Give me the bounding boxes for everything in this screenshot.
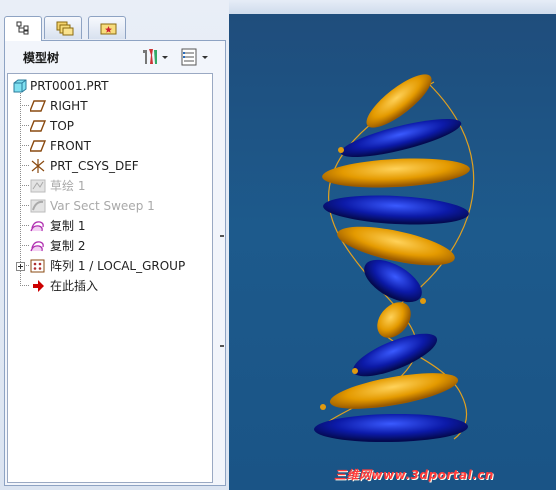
tree-item-label: 在此插入 (50, 279, 99, 293)
helix-node (338, 147, 344, 153)
tree-item-label: 草绘 1 (50, 179, 86, 193)
tree-connector (20, 185, 29, 186)
csys-icon (31, 159, 45, 173)
sketch-icon (30, 179, 46, 193)
helix-rung (323, 195, 469, 225)
star-folder-icon (100, 23, 117, 35)
tree-item-label: 阵列 1 / LOCAL_GROUP (50, 259, 186, 273)
insert-here-arrow-icon (33, 280, 44, 292)
datum-plane-icon (30, 120, 46, 132)
part-icon (13, 79, 27, 93)
tree-connector (20, 285, 29, 286)
copy-surface-icon (30, 241, 44, 252)
tree-item-label: FRONT (50, 139, 91, 153)
datum-plane-icon (30, 140, 46, 152)
tools-icon (143, 49, 168, 64)
tree-item-label: 复制 1 (50, 219, 86, 233)
favorites-tab[interactable] (88, 16, 126, 39)
helix-rung (322, 158, 470, 188)
model-tree-tab[interactable] (4, 16, 42, 41)
copy-surface-icon (30, 221, 44, 232)
helix-node (420, 298, 426, 304)
datum-plane-icon (30, 100, 46, 112)
pattern-icon (30, 259, 45, 273)
graphics-viewport[interactable] (229, 14, 556, 490)
tree-item-label: TOP (50, 119, 75, 133)
settings-button[interactable] (180, 47, 212, 67)
pane-splitter[interactable] (218, 185, 225, 385)
tree-connector (20, 125, 29, 126)
tree-connector (20, 165, 29, 166)
splitter-grip (220, 235, 224, 237)
expand-plus-icon[interactable] (16, 262, 25, 271)
helix-rung (329, 373, 459, 409)
tree-connector (20, 245, 29, 246)
helix-node (320, 404, 326, 410)
tree-item-label: PRT_CSYS_DEF (50, 159, 139, 173)
helix-rung (314, 413, 468, 443)
tree-item-label: RIGHT (50, 99, 88, 113)
tree-item-label: 复制 2 (50, 239, 86, 253)
tree-connector (20, 205, 29, 206)
dna-helix-model (314, 74, 475, 443)
splitter-grip (220, 345, 224, 347)
tree-item-label: Var Sect Sweep 1 (50, 199, 155, 213)
helix-node (352, 368, 358, 374)
model-tree: PRT0001.PRT RIGHT TOP FRONT PRT_CSYS_DEF… (7, 73, 213, 483)
tree-tools-button[interactable] (141, 47, 171, 67)
folders-icon (56, 21, 74, 36)
tree-connector (20, 225, 29, 226)
settings-list-icon (181, 48, 208, 66)
tree-connector (20, 145, 29, 146)
model-tree-panel: 模型树 PRT0001.PRT RIGHT TOP FRONT PRT_CSYS… (4, 40, 226, 486)
folder-browser-tab[interactable] (44, 16, 82, 39)
navigator-tabs (4, 16, 226, 41)
tree-icon (16, 21, 29, 35)
tree-item-label: PRT0001.PRT (30, 79, 109, 93)
tree-connector (20, 93, 21, 286)
navigator-pane: 模型树 PRT0001.PRT RIGHT TOP FRONT PRT_CSYS… (0, 0, 229, 490)
panel-title: 模型树 (23, 51, 60, 65)
tree-connector (20, 105, 29, 106)
sweep-icon (30, 199, 46, 213)
site-watermark: 三维网www.3dportal.cn (334, 468, 494, 482)
